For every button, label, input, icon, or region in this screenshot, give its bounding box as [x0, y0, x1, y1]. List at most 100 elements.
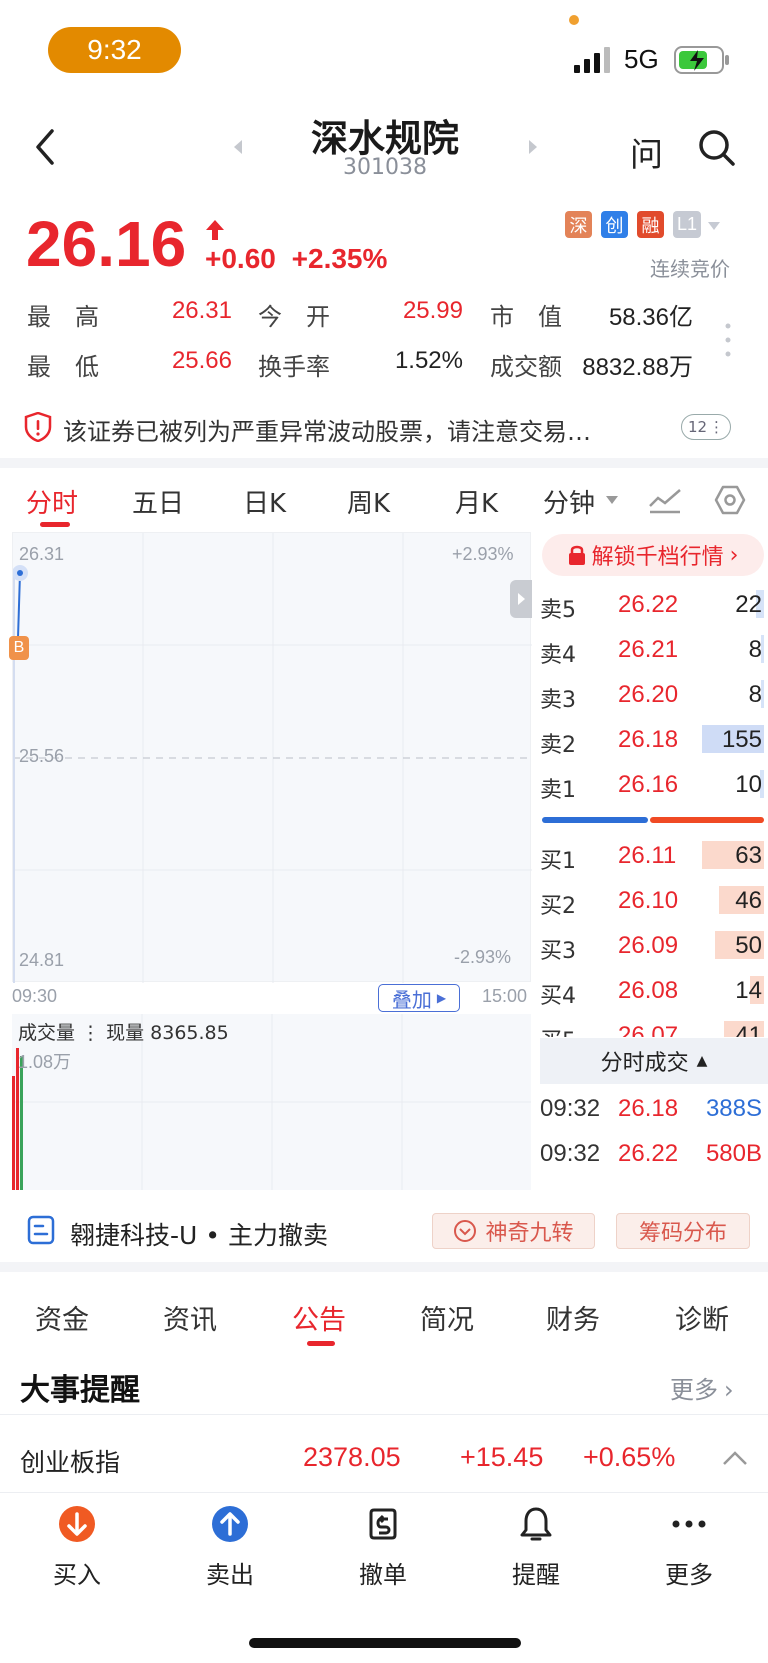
tick-price: 26.22 [618, 1140, 679, 1167]
nav-sell-label: 卖出 [206, 1561, 254, 1589]
nav-cancel-order[interactable]: 撤单 [333, 1505, 433, 1590]
ask-button[interactable]: 问 [630, 128, 663, 176]
ask-row[interactable]: 卖4 26.21 8 [540, 629, 764, 669]
ask-row[interactable]: 卖2 26.18 155 [540, 719, 764, 759]
tick-volume: 388S [705, 1095, 762, 1122]
bid-price: 26.10 [618, 887, 679, 914]
tab-financials[interactable]: 财务 [546, 1298, 600, 1337]
index-name[interactable]: 创业板指 [20, 1443, 120, 1479]
tab-minute[interactable]: 分钟 [543, 483, 595, 520]
level-tag[interactable]: L1 [673, 211, 701, 238]
nav-buy[interactable]: 买入 [27, 1505, 127, 1590]
tick-volume: 580B [705, 1140, 762, 1167]
tab-diagnosis[interactable]: 诊断 [675, 1298, 729, 1337]
ask-qty: 155 [721, 726, 762, 753]
tab-intraday[interactable]: 分时 [26, 483, 78, 520]
bid-row[interactable]: 买1 26.11 63 [540, 835, 764, 875]
cancel-order-icon [369, 1508, 397, 1540]
signal-icon [574, 47, 610, 73]
bid-price: 26.11 [618, 842, 677, 869]
tab-news[interactable]: 资讯 [163, 1298, 217, 1337]
volume-label: 成交量 ⋮ 现量 8365.85 [18, 1022, 229, 1044]
settings-icon[interactable] [714, 484, 746, 516]
chevron-down-icon[interactable] [708, 222, 720, 230]
buy-icon [59, 1506, 95, 1542]
section-divider [0, 458, 768, 468]
nav-sell[interactable]: 卖出 [180, 1505, 280, 1590]
more-icon [672, 1520, 706, 1528]
tick-row: 09:32 26.22 580B [540, 1140, 768, 1180]
nav-cancel-order-label: 撤单 [359, 1561, 407, 1589]
prev-stock-icon[interactable] [232, 140, 244, 154]
risk-warning-text[interactable]: 该证券已被列为严重异常波动股票，请注意交易… [63, 412, 663, 447]
bid-price: 26.08 [618, 977, 679, 1004]
tick-row: 09:32 26.18 388S [540, 1095, 768, 1135]
stat-label-low: 最 低 [27, 353, 99, 381]
bid-label: 买2 [540, 894, 576, 919]
stat-label-market-cap: 市 值 [490, 303, 562, 331]
overlay-button[interactable]: 叠加 ▶ [378, 984, 460, 1012]
tab-profile[interactable]: 简况 [420, 1298, 474, 1337]
events-more-link[interactable]: 更多 › [670, 1370, 734, 1405]
chart-y-max: 26.31 [19, 544, 65, 564]
ask-row[interactable]: 卖5 26.22 22 [540, 584, 764, 624]
chevron-up-icon[interactable] [722, 1450, 748, 1466]
unlock-depth-button[interactable]: 解锁千档行情 › [542, 534, 764, 576]
volume-bar [12, 1076, 15, 1190]
tab-five-day[interactable]: 五日 [132, 483, 184, 520]
overlay-label: 叠加 [391, 987, 432, 1012]
chevron-down-icon[interactable] [606, 496, 618, 504]
nav-alert-label: 提醒 [512, 1561, 560, 1589]
nav-more[interactable]: 更多 [639, 1505, 739, 1590]
network-type: 5G [624, 44, 659, 74]
stat-label-high: 最 高 [27, 303, 99, 331]
buy-point-marker[interactable]: B [9, 636, 29, 660]
tab-weekly-k[interactable]: 周K [347, 483, 390, 520]
caret-right-icon: ▶ [436, 991, 447, 1005]
change-percent: +2.35% [291, 243, 388, 274]
collapse-orderbook-button[interactable] [510, 580, 532, 618]
nav-buy-label: 买入 [53, 1561, 101, 1589]
chart-pct-min: -2.93% [454, 947, 512, 967]
magic-nine-button[interactable]: 神奇九转 [432, 1213, 595, 1249]
bell-icon [520, 1507, 552, 1541]
search-icon[interactable] [697, 128, 737, 168]
stat-value-low: 25.66 [171, 347, 232, 374]
market-tag-margin: 融 [637, 211, 664, 238]
index-change: +15.45 [460, 1442, 544, 1472]
bid-qty: 41 [735, 1022, 762, 1037]
ask-price: 26.16 [618, 771, 679, 798]
ask-row[interactable]: 卖3 26.20 8 [540, 674, 764, 714]
time-and-sales-header[interactable]: 分时成交 ▲ [540, 1038, 768, 1084]
bid-row[interactable]: 买5 26.07 41 [540, 1015, 764, 1037]
ticks-header-label: 分时成交 [600, 1051, 689, 1076]
next-stock-icon[interactable] [527, 140, 539, 154]
chevron-right-icon: › [729, 542, 739, 568]
bid-row[interactable]: 买3 26.09 50 [540, 925, 764, 965]
chart-grid [13, 533, 532, 983]
ask-row[interactable]: 卖1 26.16 10 [540, 764, 764, 804]
warning-count-badge[interactable]: 12 ⋮ [681, 414, 731, 440]
tab-daily-k[interactable]: 日K [243, 483, 286, 520]
intraday-chart[interactable] [12, 532, 532, 983]
bid-row[interactable]: 买4 26.08 14 [540, 970, 764, 1010]
indicator-line-icon[interactable] [648, 486, 682, 514]
news-headline[interactable]: 翱捷科技-U • 主力撤卖 [70, 1216, 328, 1252]
nav-more-label: 更多 [665, 1561, 713, 1589]
tab-announcements[interactable]: 公告 [292, 1298, 346, 1337]
bid-qty: 50 [735, 932, 762, 959]
home-indicator[interactable] [249, 1638, 521, 1648]
lock-icon [568, 545, 585, 565]
battery-icon [674, 46, 729, 74]
tab-funds[interactable]: 资金 [35, 1298, 89, 1337]
ask-price: 26.21 [618, 636, 679, 663]
price-up-icon [206, 220, 224, 240]
more-vertical-icon[interactable] [725, 323, 731, 357]
tab-monthly-k[interactable]: 月K [455, 483, 498, 520]
bid-row[interactable]: 买2 26.10 46 [540, 880, 764, 920]
nav-alert[interactable]: 提醒 [486, 1505, 586, 1590]
back-icon[interactable] [30, 125, 60, 169]
chip-distribution-button[interactable]: 筹码分布 [616, 1213, 750, 1249]
current-price: 26.16 [26, 208, 187, 280]
events-title: 大事提醒 [20, 1373, 140, 1408]
